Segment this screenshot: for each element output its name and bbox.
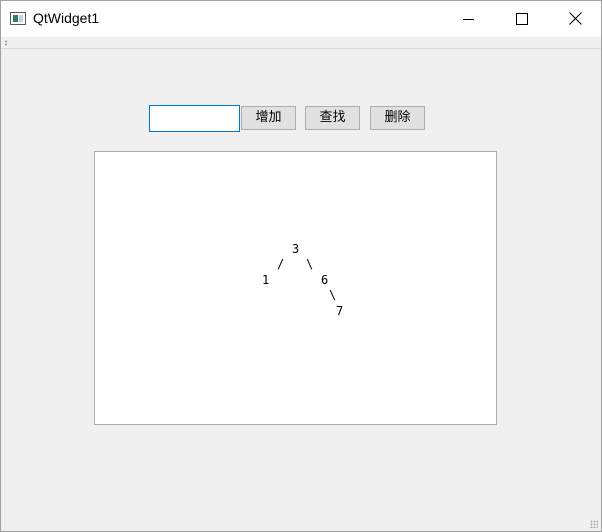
value-input[interactable] [149,105,240,132]
tree-node-right: 6 [321,273,329,287]
delete-button[interactable]: 删除 [370,106,425,130]
resize-grip-icon[interactable] [590,520,598,528]
maximize-button[interactable] [499,1,545,37]
toolbar-grip-icon[interactable] [5,40,7,46]
tree-display-area: 3 / \ 1 6 \ 7 [94,151,497,425]
close-icon [569,12,582,25]
tree-edge-left: / [277,257,285,271]
app-window-icon [10,12,26,25]
add-button[interactable]: 增加 [241,106,296,130]
window-title: QtWidget1 [33,10,100,26]
title-bar[interactable]: QtWidget1 [1,1,601,37]
minimize-button[interactable] [445,1,491,37]
find-button[interactable]: 查找 [305,106,360,130]
tree-node-root: 3 [292,242,300,256]
tree-edge-right-right: \ [329,288,337,302]
tree-node-left: 1 [262,273,270,287]
tree-edge-right: \ [306,257,314,271]
menu-bar [1,37,601,49]
close-button[interactable] [553,1,599,37]
tree-node-right-right: 7 [336,304,344,318]
main-window: QtWidget1 增加 查找 删除 3 / \ 1 6 \ 7 [0,0,602,532]
